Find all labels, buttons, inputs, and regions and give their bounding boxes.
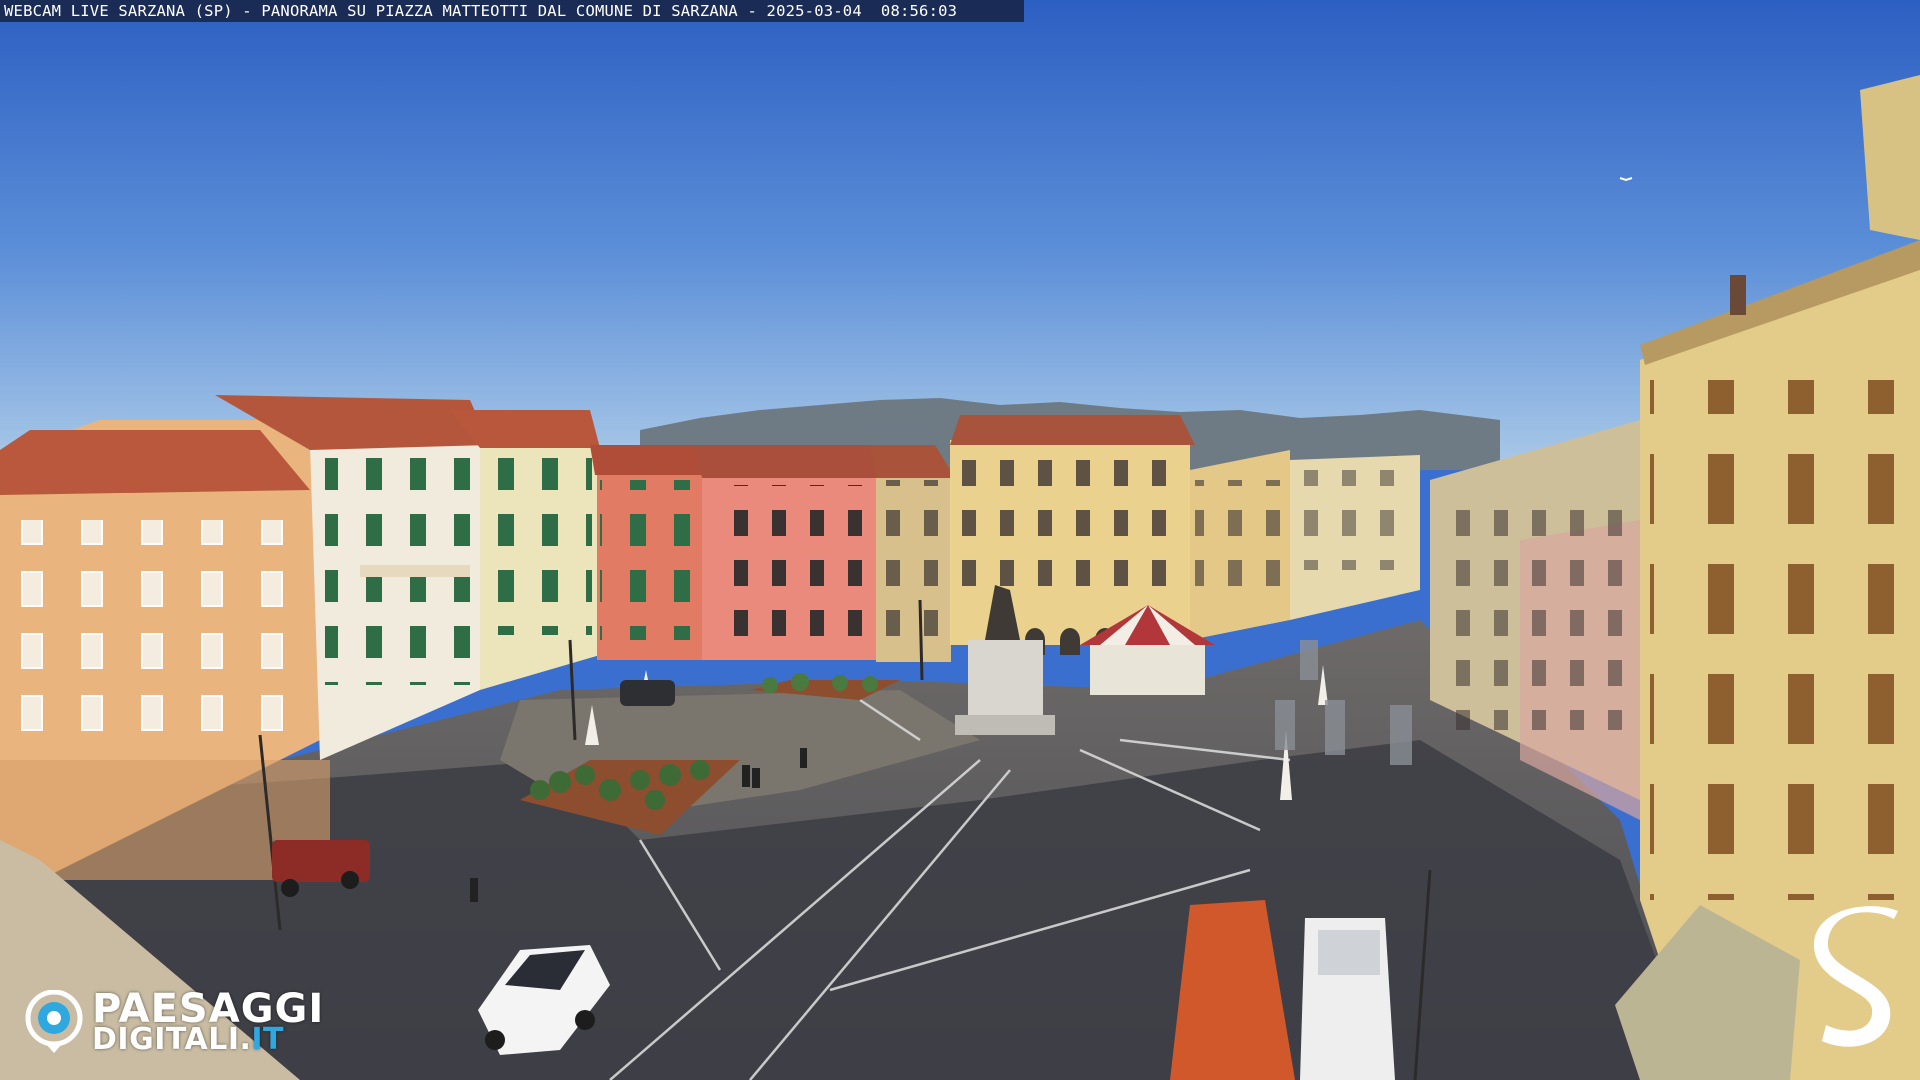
red-building [590, 445, 705, 660]
orange-building [0, 420, 330, 880]
distant-buildings [1190, 450, 1420, 640]
sky [0, 0, 1920, 460]
timestamp-caption: WEBCAM LIVE SARZANA (SP) - PANORAMA SU P… [0, 0, 1024, 22]
logo-line2-tld: IT [251, 1022, 285, 1057]
eye-camera-icon [25, 990, 83, 1053]
s-logo-icon [1813, 906, 1898, 1047]
logo-line2: DIGITALI.IT [92, 1022, 284, 1057]
pink-building [695, 445, 880, 660]
paesaggi-digitali-logo: PAESAGGI DIGITALI.IT [24, 986, 344, 1058]
logo-line2-main: DIGITALI [92, 1022, 240, 1057]
white-van [1300, 918, 1395, 1080]
dark-car [620, 680, 675, 706]
logo-line2-dot: . [239, 1022, 252, 1057]
tan-building [870, 445, 955, 662]
piazza-panorama [0, 0, 1920, 1080]
webcam-frame: WEBCAM LIVE SARZANA (SP) - PANORAMA SU P… [0, 0, 1920, 1080]
